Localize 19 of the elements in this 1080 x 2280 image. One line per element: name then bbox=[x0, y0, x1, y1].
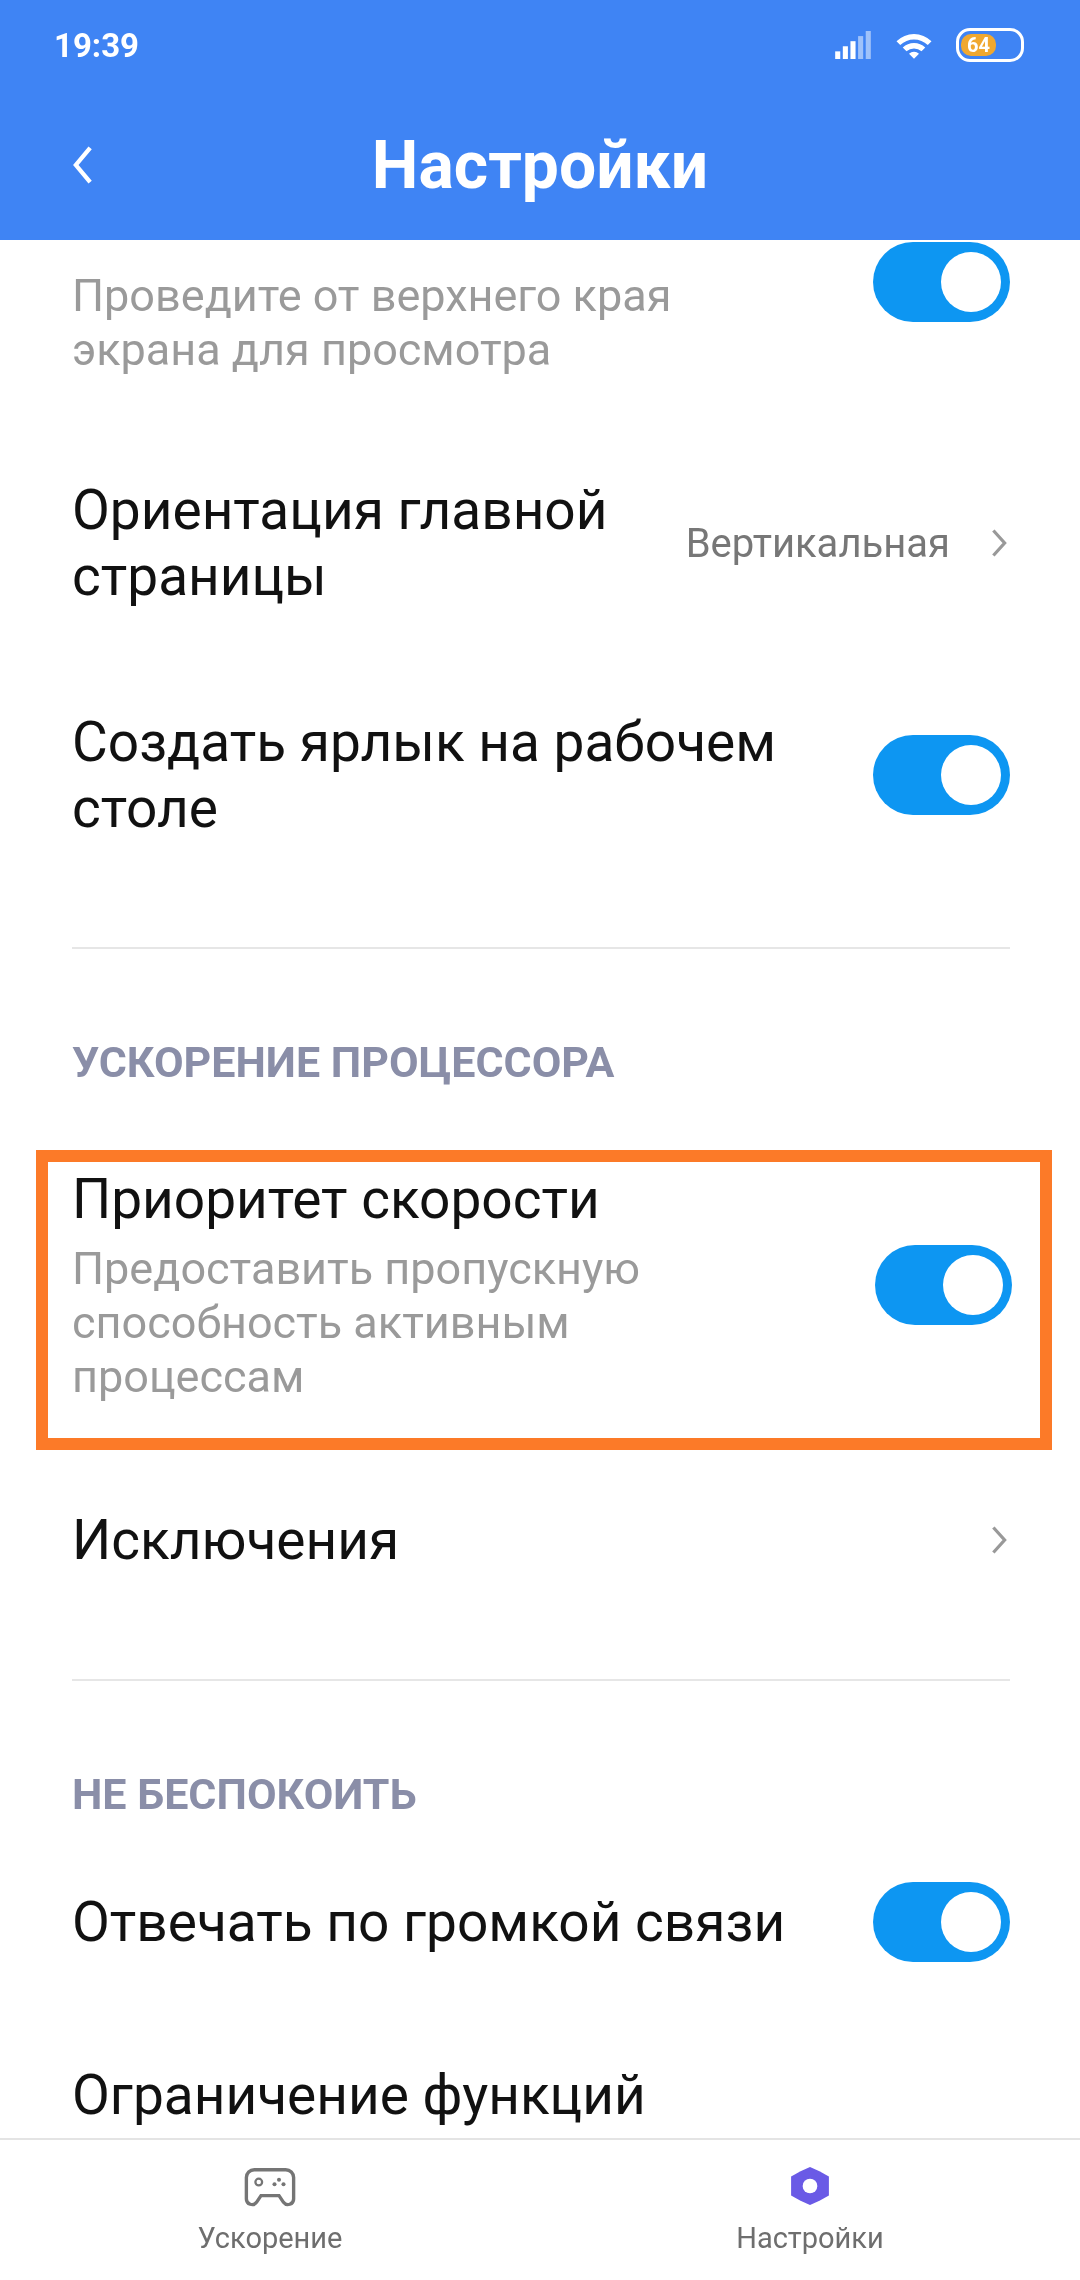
setting-title: Исключения bbox=[72, 1507, 401, 1573]
chevron-icon[interactable] bbox=[990, 1525, 1008, 1555]
setting-title: Ориентация главной страницы bbox=[72, 477, 609, 609]
setting-description: Предоставить пропускную способность активным процессам bbox=[72, 1241, 642, 1404]
nav-tab[interactable]: Настройки bbox=[540, 2140, 1080, 2280]
setting-title: Приоритет скорости bbox=[72, 1166, 601, 1232]
section-header: НЕ БЕСПОКОИТЬ bbox=[72, 1769, 418, 1819]
section-header: УСКОРЕНИЕ ПРОЦЕССОРА bbox=[72, 1037, 616, 1087]
battery-level: 64 bbox=[961, 34, 996, 56]
signal-icon bbox=[834, 31, 872, 59]
setting-description: Проведите от верхнего края экрана для просмотра bbox=[72, 269, 673, 377]
setting-title: Ограничение функций bbox=[72, 2062, 647, 2128]
setting-title: Создать ярлык на рабочем столе bbox=[72, 709, 778, 841]
status-time: 19:39 bbox=[54, 25, 140, 65]
screen-title: Настройки bbox=[370, 126, 710, 204]
setting-title: Отвечать по громкой связи bbox=[72, 1889, 787, 1955]
chevron-icon[interactable] bbox=[990, 528, 1008, 558]
setting-value: Вертикальная bbox=[685, 519, 950, 567]
nav-tab[interactable]: Ускорение bbox=[0, 2140, 540, 2280]
